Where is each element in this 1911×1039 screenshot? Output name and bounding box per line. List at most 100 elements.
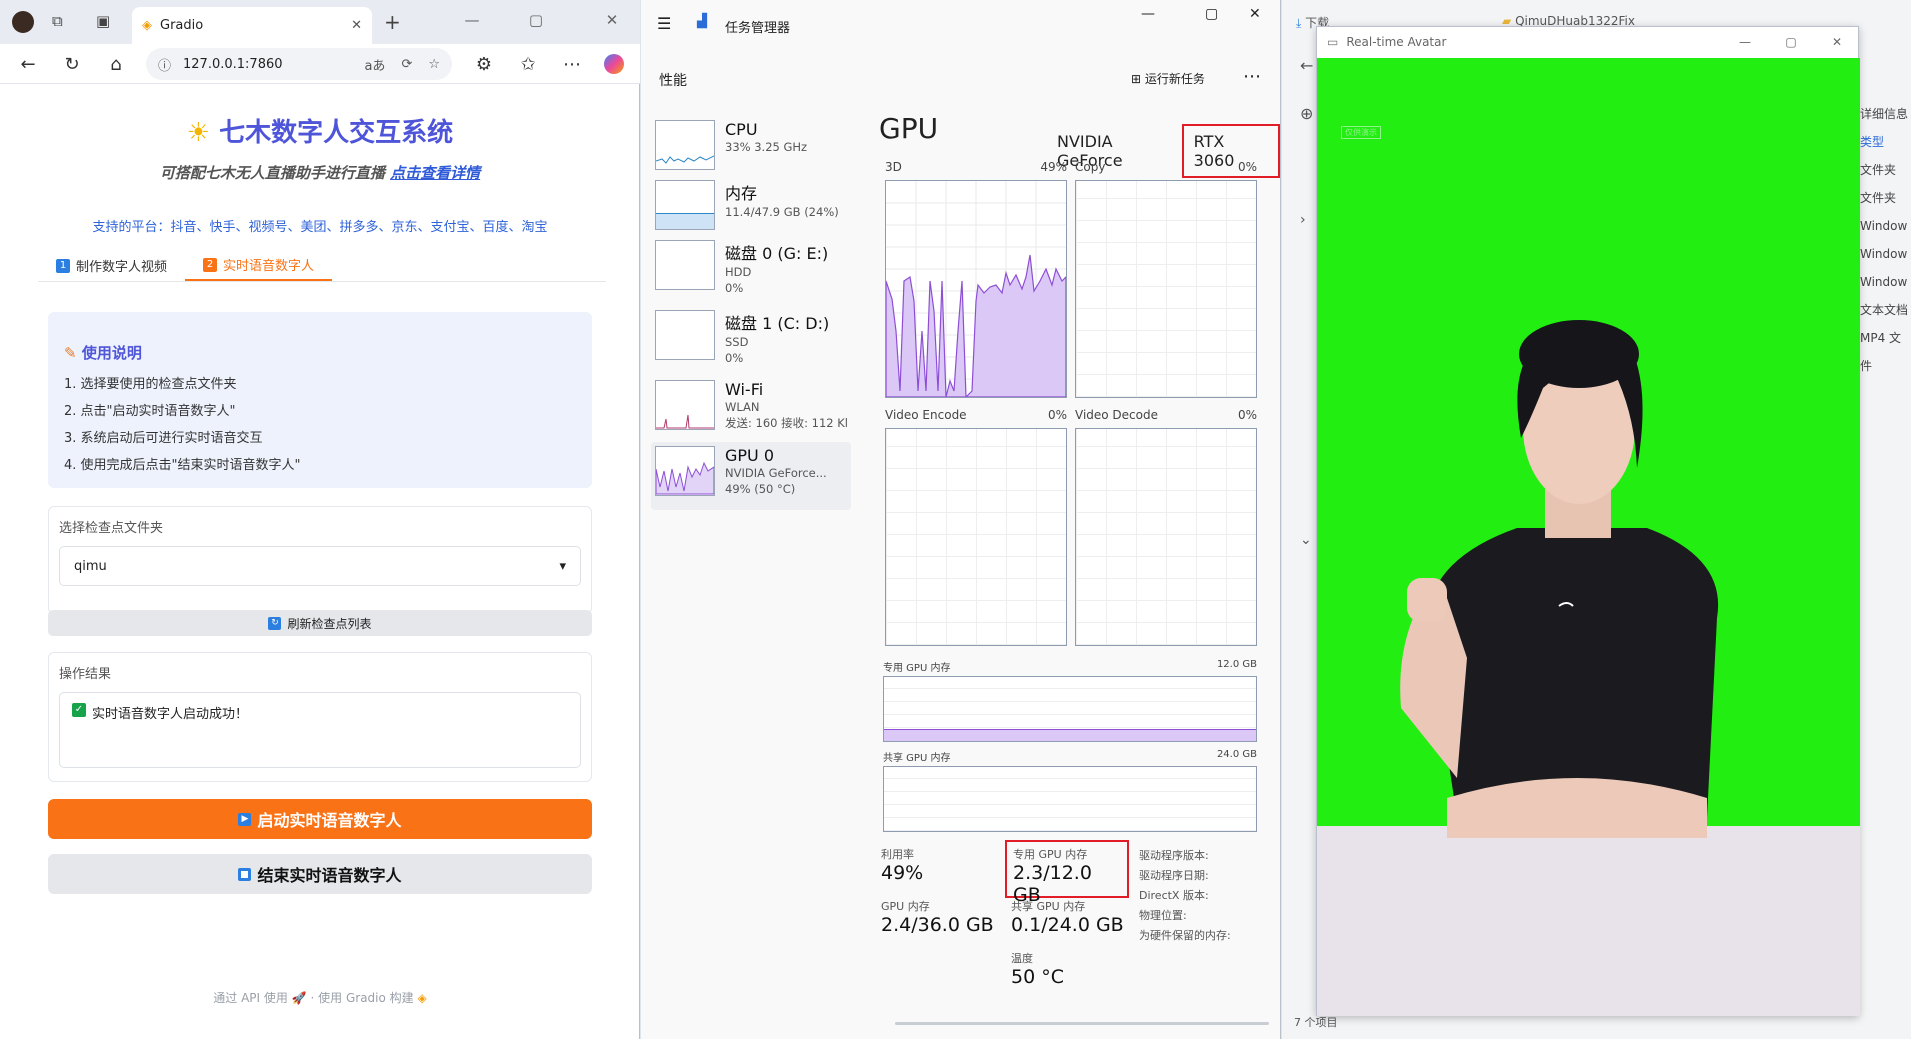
maximize-icon[interactable]: ▢ [512, 0, 560, 40]
app-available-icon[interactable]: ⟳ [401, 57, 412, 72]
list-item: Window [1860, 219, 1908, 233]
tab-realtime-voice[interactable]: 2 实时语音数字人 [185, 250, 333, 281]
info-icon[interactable]: ⓘ [158, 55, 171, 74]
stat-temperature: 温度 50 °C [1011, 950, 1064, 988]
dedicated-mem-max: 12.0 GB [1216, 659, 1257, 670]
list-item: 文本文档 [1860, 303, 1909, 317]
avatar-video-frame: 仅供演示 [1317, 58, 1860, 1016]
instructions-box: ✎ 使用说明 1. 选择要使用的检查点文件夹 2. 点击"启动实时语音数字人" … [48, 312, 592, 488]
info-label: 物理位置: [1139, 909, 1187, 922]
favorite-star-icon[interactable]: ☆ [428, 57, 440, 72]
checkpoint-value: qimu [74, 558, 107, 574]
section-title: 性能 [659, 73, 687, 89]
device-memory[interactable]: 内存 11.4/47.9 GB (24%) [655, 176, 855, 240]
stop-realtime-button[interactable]: 结束实时语音数字人 [48, 854, 592, 894]
stop-button-label: 结束实时语音数字人 [257, 866, 402, 885]
url-bar[interactable]: ⓘ 127.0.0.1:7860 aあ ⟳ ☆ [146, 48, 452, 80]
shared-mem-label: 共享 GPU 内存 [883, 753, 951, 764]
graph-name: Video Encode [885, 408, 967, 422]
refresh-icon[interactable]: ↻ [56, 48, 88, 80]
start-button-label: 启动实时语音数字人 [257, 811, 402, 830]
footer-gradio-link[interactable]: 使用 Gradio 构建 [318, 991, 414, 1005]
device-disk1[interactable]: 磁盘 1 (C: D:) SSD 0% [655, 306, 855, 370]
device-name: 磁盘 0 (G: E:) [725, 244, 829, 263]
device-detail: 33% 3.25 GHz [725, 140, 808, 154]
chevron-right-icon[interactable]: › [1300, 212, 1306, 228]
shared-mem-max: 24.0 GB [1216, 749, 1257, 760]
profile-avatar[interactable] [12, 11, 34, 33]
info-label: 驱动程序版本: [1139, 849, 1209, 862]
device-gpu0[interactable]: GPU 0 NVIDIA GeForce... 49% (50 °C) [651, 442, 851, 510]
minimize-icon[interactable]: — [1722, 35, 1768, 49]
refresh-checkpoints-button[interactable]: ↻ 刷新检查点列表 [48, 610, 592, 636]
gpu-info-labels: 驱动程序版本: 驱动程序日期: DirectX 版本: 物理位置: 为硬件保留的… [1139, 846, 1231, 946]
device-wifi[interactable]: Wi-Fi WLAN 发送: 160 接收: 112 Kl [655, 376, 855, 440]
tab-make-video[interactable]: 1 制作数字人视频 [38, 250, 185, 281]
stat-label: GPU 内存 [881, 900, 930, 913]
footer-api-link[interactable]: 通过 API 使用 [213, 991, 288, 1005]
stat-dedicated-memory-highlight: 专用 GPU 内存 2.3/12.0 GB [1005, 840, 1129, 906]
close-window-icon[interactable]: ✕ [590, 0, 634, 40]
chevron-down-icon: ▾ [559, 558, 566, 574]
run-task-label: 运行新任务 [1144, 72, 1205, 86]
device-disk0[interactable]: 磁盘 0 (G: E:) HDD 0% [655, 236, 855, 300]
tab-actions-icon[interactable]: ▣ [96, 12, 114, 30]
tab-strip: ⧉ ▣ ◈ Gradio ✕ + — ▢ ✕ [0, 0, 640, 44]
memory-sparkline [655, 180, 715, 230]
checkpoint-panel: 选择检查点文件夹 qimu ▾ [48, 506, 592, 614]
graph-name: 3D [885, 160, 902, 174]
close-window-icon[interactable]: ✕ [1249, 6, 1261, 22]
home-icon[interactable]: ⌂ [100, 48, 132, 80]
details-link[interactable]: 点击查看详情 [390, 164, 480, 182]
page-footer: 通过 API 使用 🚀 · 使用 Gradio 构建 ◈ [8, 989, 632, 1006]
back-icon[interactable]: ← [1300, 56, 1313, 75]
hamburger-menu-icon[interactable]: ☰ [657, 14, 671, 33]
status-bar-count: 7 个项目 [1294, 1016, 1338, 1029]
back-icon[interactable]: ← [12, 48, 44, 80]
device-detail: 11.4/47.9 GB (24%) [725, 205, 839, 219]
disk0-sparkline [655, 240, 715, 290]
memo-icon: ✎ [64, 344, 77, 362]
graph-3d-plot [885, 181, 1067, 399]
graph-caption-3d: 3D 49% [885, 160, 1067, 174]
result-text: 实时语音数字人启动成功！ [92, 707, 249, 722]
close-tab-icon[interactable]: ✕ [351, 18, 362, 33]
more-menu-icon[interactable]: ⋯ [556, 48, 588, 80]
minimize-icon[interactable]: — [448, 0, 496, 40]
sun-icon: ☀ [186, 118, 211, 148]
stat-value: 0.1/24.0 GB [1011, 914, 1124, 936]
dedicated-mem-label: 专用 GPU 内存 [883, 663, 951, 674]
gradio-logo-icon: ◈ [417, 991, 427, 1005]
start-realtime-button[interactable]: ▶ 启动实时语音数字人 [48, 799, 592, 839]
more-options-icon[interactable]: ⋯ [1243, 66, 1261, 87]
info-label: DirectX 版本: [1139, 889, 1209, 902]
run-new-task-button[interactable]: ⊞ 运行新任务 [1131, 70, 1205, 87]
minimize-icon[interactable]: — [1141, 6, 1155, 22]
task-manager-titlebar: ☰ ▟ 任务管理器 — ▢ ✕ [641, 0, 1281, 48]
chevron-down-icon[interactable]: ⌄ [1300, 532, 1312, 548]
avatar-window-title: Real-time Avatar [1346, 35, 1447, 49]
column-type[interactable]: 类型 [1860, 128, 1911, 156]
device-name: CPU [725, 120, 758, 139]
browser-tab-gradio[interactable]: ◈ Gradio ✕ [132, 7, 372, 44]
graph-caption-video-encode: Video Encode 0% [885, 408, 1067, 422]
disk1-sparkline [655, 310, 715, 360]
copilot-icon[interactable] [604, 54, 624, 74]
maximize-icon[interactable]: ▢ [1205, 6, 1218, 22]
close-window-icon[interactable]: ✕ [1814, 35, 1860, 49]
graph-video-decode [1075, 428, 1257, 646]
result-textbox[interactable]: ✓ 实时语音数字人启动成功！ [59, 692, 581, 768]
graph-shared-memory [883, 766, 1257, 832]
horizontal-scrollbar[interactable] [895, 1022, 1269, 1025]
read-aloud-icon[interactable]: aあ [364, 55, 385, 74]
workspaces-icon[interactable]: ⧉ [52, 12, 70, 30]
favorites-icon[interactable]: ✩ [512, 48, 544, 80]
device-cpu[interactable]: CPU 33% 3.25 GHz [655, 116, 855, 180]
checkpoint-dropdown[interactable]: qimu ▾ [59, 546, 581, 586]
extensions-icon[interactable]: ⚙ [468, 48, 500, 80]
device-detail: WLAN [725, 400, 760, 414]
list-item: Window [1860, 247, 1908, 261]
maximize-icon[interactable]: ▢ [1768, 35, 1814, 49]
new-tab-icon[interactable]: + [384, 10, 401, 34]
add-icon[interactable]: ⊕ [1300, 104, 1313, 123]
